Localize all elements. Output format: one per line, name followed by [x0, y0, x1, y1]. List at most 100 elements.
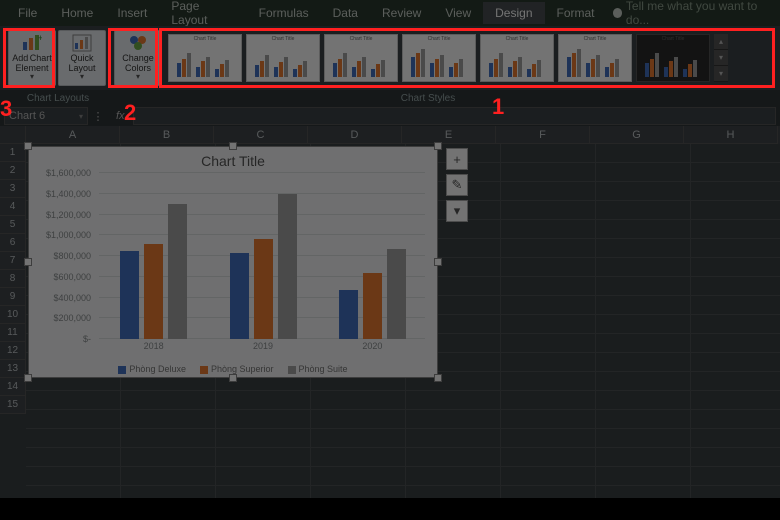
resize-handle[interactable]	[434, 374, 442, 382]
menu-review[interactable]: Review	[370, 2, 433, 24]
row-header[interactable]: 10	[0, 306, 26, 324]
chart-elements-button[interactable]: +	[446, 148, 468, 170]
row-header[interactable]: 12	[0, 342, 26, 360]
menu-data[interactable]: Data	[321, 2, 370, 24]
x-axis: 201820192020	[99, 341, 425, 355]
annotation-2: 2	[124, 100, 136, 126]
bar-cluster	[230, 194, 297, 339]
bar[interactable]	[363, 273, 382, 339]
tell-me-label: Tell me what you want to do...	[626, 0, 774, 27]
y-tick-label: $1,600,000	[46, 168, 91, 178]
row-header[interactable]: 6	[0, 234, 26, 252]
y-tick-label: $400,000	[53, 293, 91, 303]
row-header[interactable]: 13	[0, 360, 26, 378]
change-colors-icon	[128, 34, 148, 52]
y-tick-label: $1,000,000	[46, 230, 91, 240]
ribbon-captions: Chart Layouts Chart Styles	[0, 90, 780, 106]
row-header[interactable]: 3	[0, 180, 26, 198]
chart-style-thumb[interactable]: Chart Title	[636, 34, 710, 82]
resize-handle[interactable]	[434, 142, 442, 150]
thumb-title: Chart Title	[637, 36, 709, 42]
bar[interactable]	[278, 194, 297, 339]
row-header[interactable]: 9	[0, 288, 26, 306]
resize-handle[interactable]	[229, 142, 237, 150]
resize-handle[interactable]	[24, 142, 32, 150]
change-colors-button[interactable]: Change Colors ▾	[114, 30, 162, 86]
menu-home[interactable]: Home	[49, 2, 105, 24]
legend-swatch	[118, 366, 126, 374]
chart-style-thumb[interactable]: Chart Title	[558, 34, 632, 82]
bar[interactable]	[387, 249, 406, 339]
dropdown-icon: ▾	[80, 73, 84, 81]
gallery-more-icon[interactable]: ▾	[714, 66, 728, 82]
menu-format[interactable]: Format	[545, 2, 607, 24]
formula-bar: Chart 6 ⋮ fx	[0, 106, 780, 126]
name-box[interactable]: Chart 6	[4, 107, 88, 125]
row-header[interactable]: 4	[0, 198, 26, 216]
y-tick-label: $600,000	[53, 272, 91, 282]
bar[interactable]	[339, 290, 358, 339]
menu-view[interactable]: View	[433, 2, 483, 24]
bar[interactable]	[254, 239, 273, 339]
chart-style-thumb[interactable]: Chart Title	[402, 34, 476, 82]
row-header[interactable]: 15	[0, 396, 26, 414]
row-header[interactable]: 11	[0, 324, 26, 342]
thumb-title: Chart Title	[559, 36, 631, 42]
bar[interactable]	[120, 251, 139, 339]
row-header[interactable]: 2	[0, 162, 26, 180]
menu-insert[interactable]: Insert	[105, 2, 159, 24]
quick-layout-button[interactable]: Quick Layout ▾	[58, 30, 106, 86]
y-tick-label: $1,400,000	[46, 189, 91, 199]
menu-design[interactable]: Design	[483, 2, 544, 24]
chart-style-thumb[interactable]: Chart Title	[324, 34, 398, 82]
dropdown-icon: ▾	[30, 73, 34, 81]
chart-styles-gallery: Chart TitleChart TitleChart TitleChart T…	[166, 29, 776, 87]
chart-style-thumb[interactable]: Chart Title	[168, 34, 242, 82]
add-chart-element-button[interactable]: + Add Chart Element ▾	[8, 30, 56, 86]
tell-me[interactable]: Tell me what you want to do...	[613, 0, 774, 27]
resize-handle[interactable]	[24, 374, 32, 382]
chart-style-thumb[interactable]: Chart Title	[480, 34, 554, 82]
chart-flyout: + ✎ ▾	[446, 148, 468, 226]
legend-item[interactable]: Phòng Superior	[200, 364, 274, 374]
thumb-bars	[333, 51, 389, 81]
group-change-colors: Change Colors ▾	[110, 28, 166, 88]
name-box-value: Chart 6	[9, 110, 45, 122]
dropdown-icon: ▾	[136, 73, 140, 81]
row-header[interactable]: 14	[0, 378, 26, 396]
chart-style-thumb[interactable]: Chart Title	[246, 34, 320, 82]
gallery-down-icon[interactable]: ▾	[714, 50, 728, 66]
formula-input[interactable]	[133, 107, 776, 125]
resize-handle[interactable]	[434, 258, 442, 266]
svg-text:+: +	[38, 34, 42, 43]
resize-handle[interactable]	[229, 374, 237, 382]
annotation-3: 3	[0, 96, 12, 122]
gallery-up-icon[interactable]: ▴	[714, 34, 728, 50]
legend-item[interactable]: Phòng Suite	[288, 364, 348, 374]
embedded-chart[interactable]: Chart Title $-$200,000$400,000$600,000$8…	[28, 146, 438, 378]
x-tick-label: 2020	[362, 341, 382, 351]
caption-chart-styles: Chart Styles	[116, 93, 780, 104]
legend[interactable]: Phòng Deluxe Phòng Superior Phòng Suite	[29, 364, 437, 374]
row-headers: 123456789101112131415	[0, 144, 26, 414]
y-tick-label: $1,200,000	[46, 210, 91, 220]
legend-item[interactable]: Phòng Deluxe	[118, 364, 186, 374]
row-header[interactable]: 5	[0, 216, 26, 234]
row-header[interactable]: 7	[0, 252, 26, 270]
row-header[interactable]: 1	[0, 144, 26, 162]
ribbon-design: + Add Chart Element ▾ Quick Layout ▾ Cha…	[0, 26, 780, 90]
caption-chart-layouts: Chart Layouts	[0, 93, 116, 104]
menu-file[interactable]: File	[6, 2, 49, 24]
row-header[interactable]: 8	[0, 270, 26, 288]
bar-cluster	[339, 249, 406, 339]
worksheet[interactable]: A B C D E F G H 123456789101112131415 Ch…	[0, 126, 780, 498]
menu-formulas[interactable]: Formulas	[247, 2, 321, 24]
bar[interactable]	[168, 204, 187, 339]
bar[interactable]	[144, 244, 163, 339]
group-chart-layouts: + Add Chart Element ▾ Quick Layout ▾	[4, 28, 110, 88]
plot-area	[99, 175, 425, 339]
chart-styles-button[interactable]: ✎	[446, 174, 468, 196]
thumb-bars	[489, 51, 545, 81]
chart-filters-button[interactable]: ▾	[446, 200, 468, 222]
bar[interactable]	[230, 253, 249, 339]
